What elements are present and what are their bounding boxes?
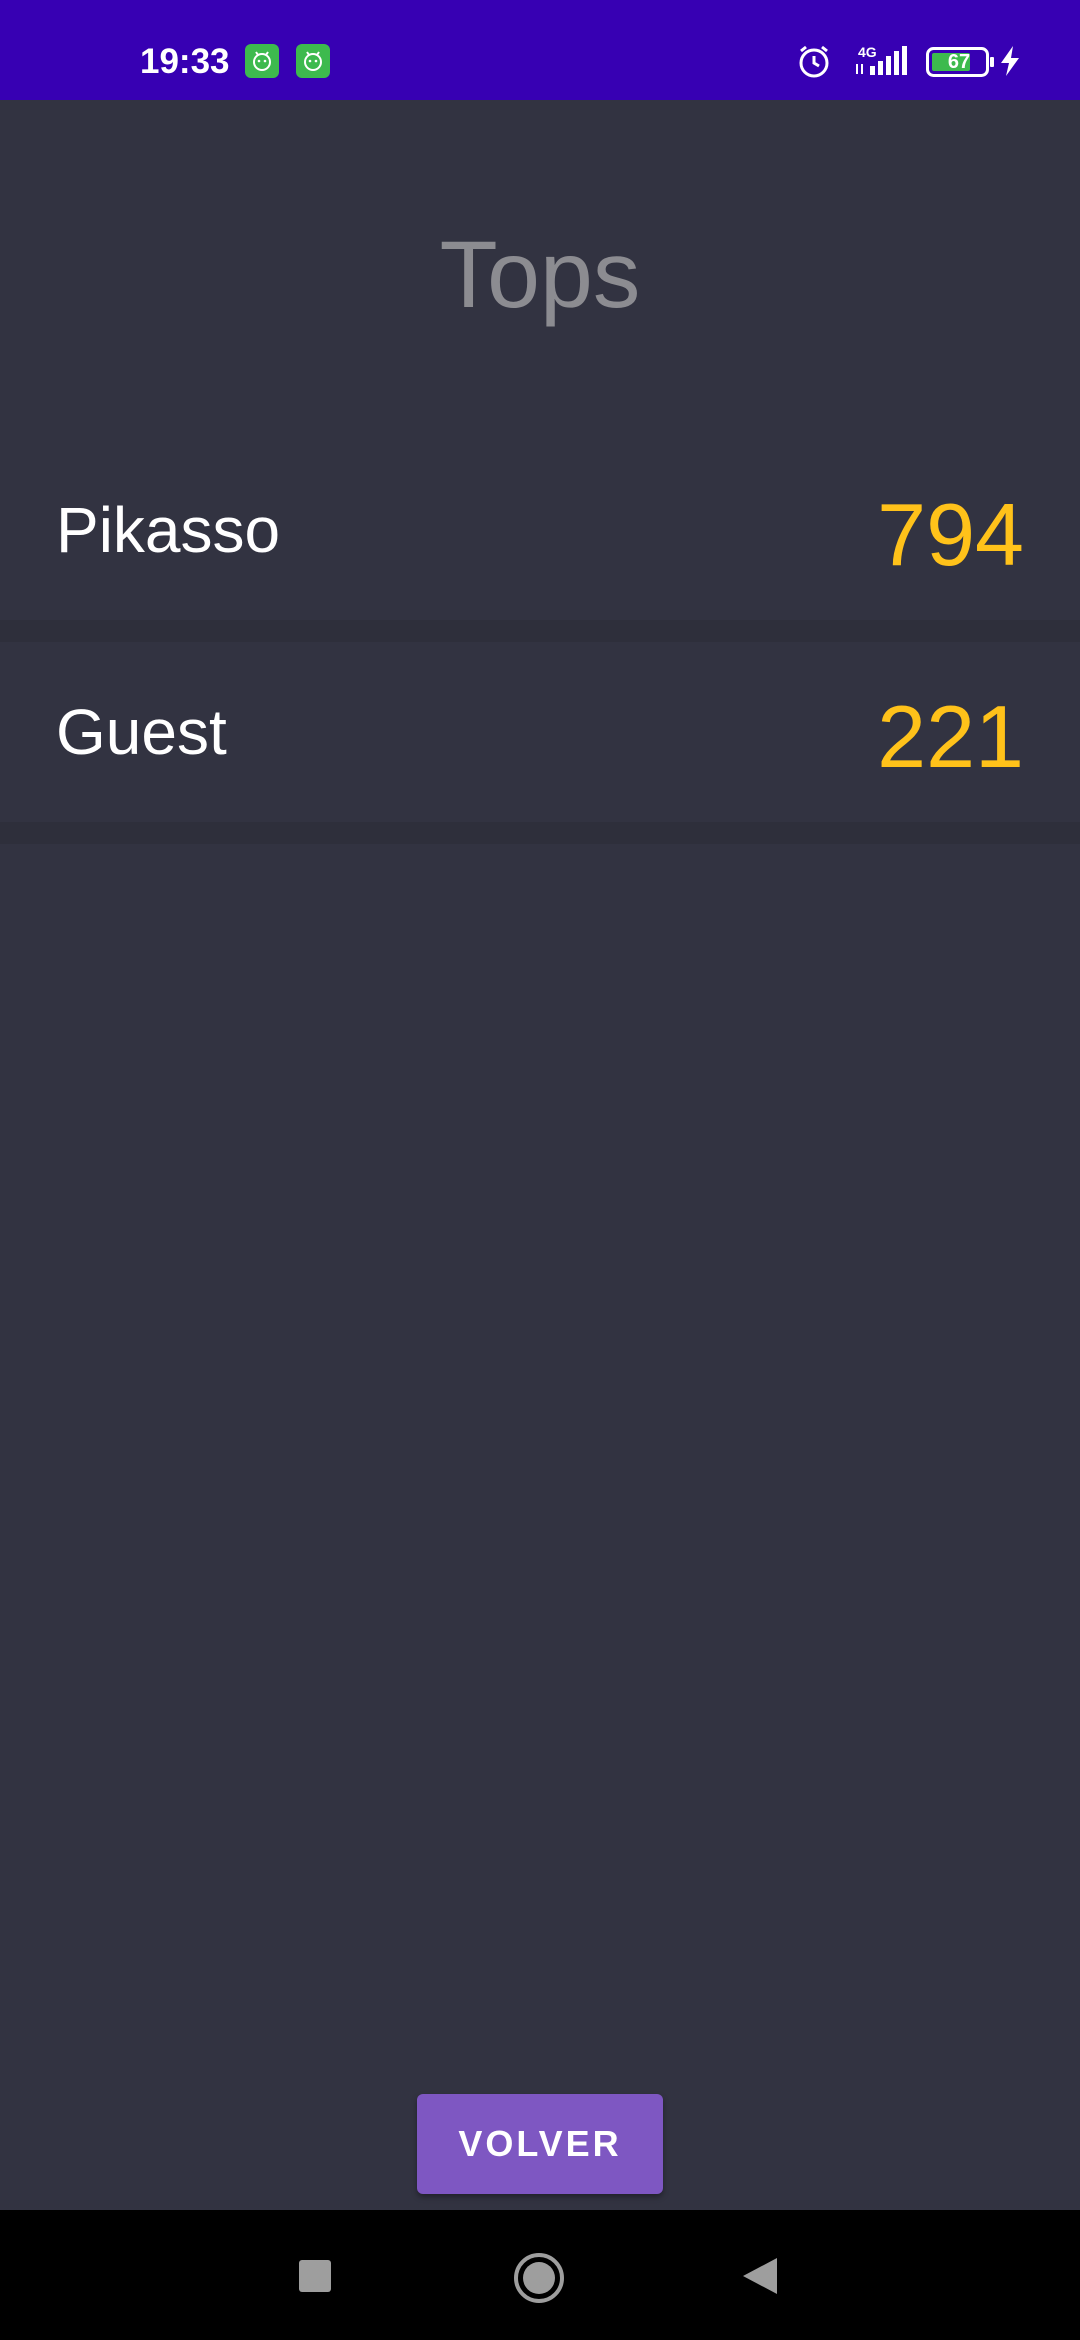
status-bar: 19:33 4G 67 bbox=[0, 0, 1080, 100]
navigation-bar bbox=[0, 2210, 1080, 2340]
player-name: Guest bbox=[56, 696, 227, 768]
status-time: 19:33 bbox=[140, 42, 230, 81]
battery-level: 67 bbox=[947, 51, 971, 73]
home-icon[interactable] bbox=[513, 2252, 565, 2309]
player-score: 221 bbox=[877, 687, 1024, 786]
back-button[interactable]: VOLVER bbox=[417, 2094, 663, 2194]
app-notification-icon bbox=[296, 44, 330, 78]
charging-icon bbox=[999, 46, 1021, 81]
row-divider bbox=[0, 822, 1080, 844]
player-score: 794 bbox=[877, 485, 1024, 584]
back-icon[interactable] bbox=[743, 2258, 777, 2299]
alarm-icon bbox=[796, 44, 832, 85]
player-name: Pikasso bbox=[56, 494, 281, 566]
recents-icon[interactable] bbox=[299, 2260, 331, 2297]
signal-icon bbox=[854, 46, 912, 81]
list-item: Guest 221 bbox=[0, 642, 1080, 822]
list-item: Pikasso 794 bbox=[0, 440, 1080, 620]
row-divider bbox=[0, 620, 1080, 642]
app-notification-icon bbox=[245, 44, 279, 78]
page-title: Tops bbox=[439, 222, 641, 328]
